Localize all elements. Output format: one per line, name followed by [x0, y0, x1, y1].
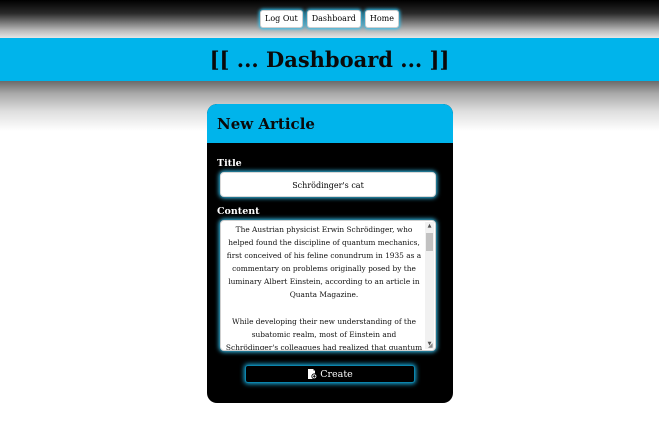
- new-article-card: New Article Title Schrödinger's cat Cont…: [207, 104, 453, 403]
- top-bar: Log Out Dashboard Home: [0, 0, 659, 38]
- scrollbar-thumb[interactable]: [426, 233, 433, 251]
- content-text: The Austrian physicist Erwin Schrödinger…: [225, 223, 423, 351]
- logout-button[interactable]: Log Out: [260, 10, 303, 28]
- resize-grip-icon[interactable]: ◢: [428, 343, 434, 349]
- page-title: [[ ... Dashboard ... ]]: [209, 47, 450, 72]
- top-nav: Log Out Dashboard Home: [0, 10, 659, 28]
- create-button[interactable]: Create: [245, 365, 415, 383]
- title-label: Title: [217, 158, 242, 169]
- title-input[interactable]: Schrödinger's cat: [220, 172, 436, 197]
- content-paragraph: The Austrian physicist Erwin Schrödinger…: [226, 225, 422, 300]
- dashboard-button[interactable]: Dashboard: [306, 10, 361, 28]
- card-title: New Article: [217, 114, 315, 133]
- create-button-label: Create: [320, 368, 353, 380]
- file-plus-icon: [307, 369, 318, 379]
- page-title-banner: [[ ... Dashboard ... ]]: [0, 38, 659, 81]
- content-label: Content: [217, 206, 260, 217]
- card-header: New Article: [207, 104, 453, 143]
- content-textarea[interactable]: The Austrian physicist Erwin Schrödinger…: [220, 220, 436, 351]
- content-scrollbar[interactable]: ▲ ▼: [425, 222, 434, 349]
- home-button[interactable]: Home: [364, 10, 399, 28]
- scroll-up-arrow-icon[interactable]: ▲: [425, 222, 434, 231]
- content-paragraph: While developing their new understanding…: [225, 316, 423, 351]
